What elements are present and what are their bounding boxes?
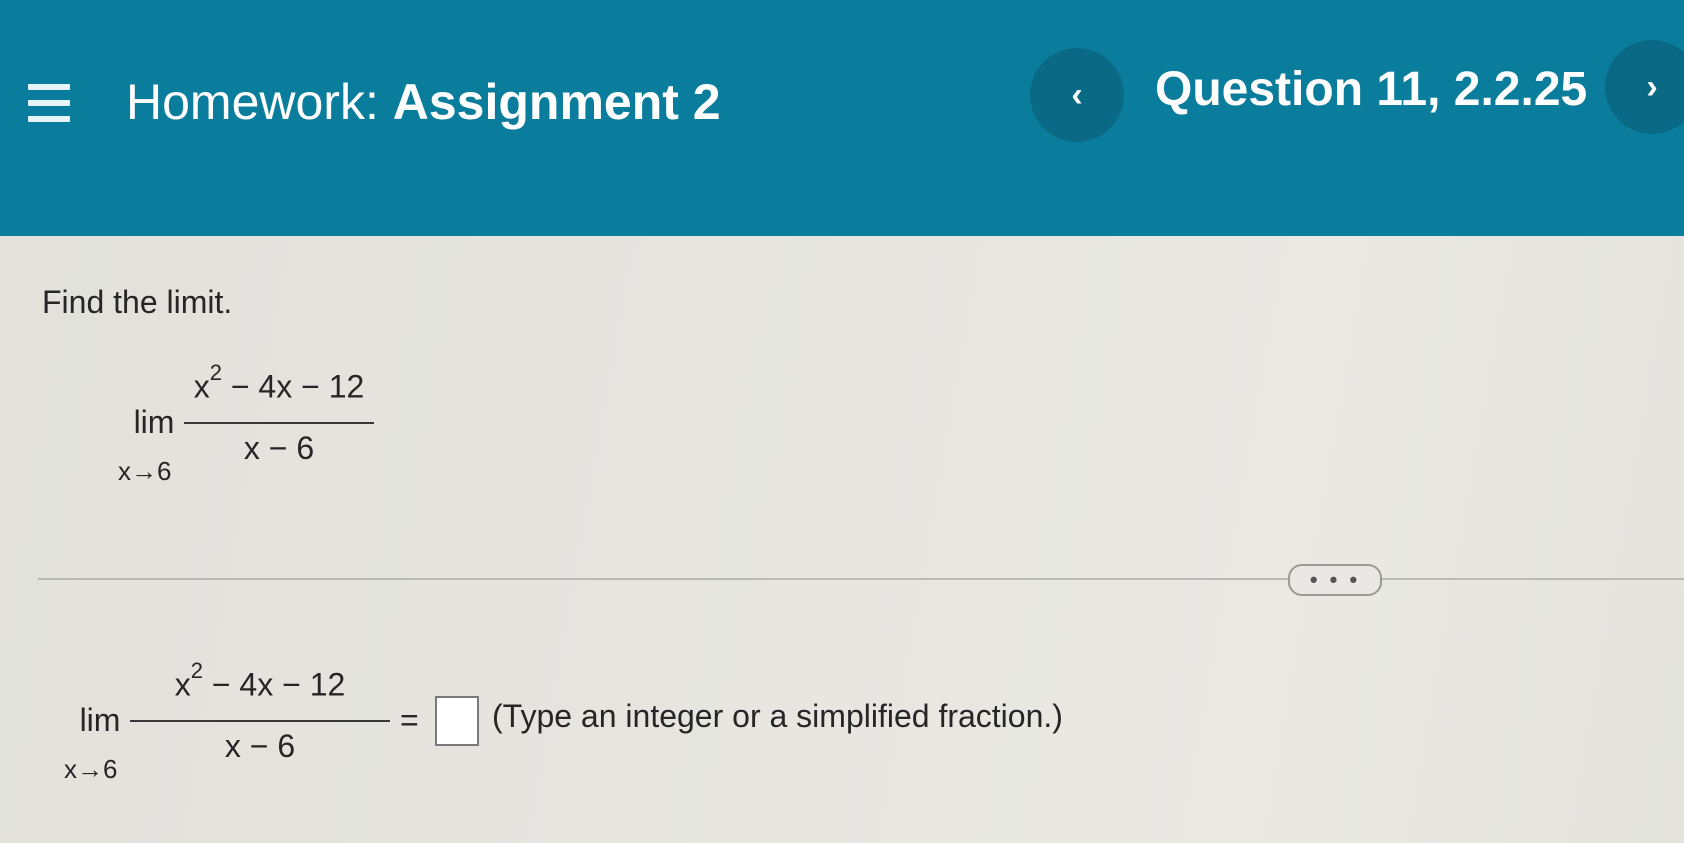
section-divider <box>38 578 1684 580</box>
answer-input[interactable] <box>435 696 479 746</box>
lim-text: lim <box>79 702 121 738</box>
lim-text: lim <box>133 404 175 440</box>
title-prefix: Homework: <box>126 74 379 130</box>
chevron-right-icon: › <box>1646 67 1658 106</box>
top-bar: Homework: Assignment 2 ‹ Question 11, 2.… <box>0 0 1684 236</box>
ellipsis-icon: • • • <box>1309 567 1361 592</box>
limit-approach: x→6 <box>64 754 118 784</box>
menu-icon[interactable] <box>28 84 70 124</box>
fraction-bar <box>130 720 390 722</box>
answer-hint: (Type an integer or a simplified fractio… <box>492 698 1063 734</box>
title-name: Assignment 2 <box>392 74 721 130</box>
instruction-text: Find the limit. <box>42 284 233 320</box>
assignment-title: Homework: Assignment 2 <box>126 72 721 132</box>
fraction-denominator: x − 6 <box>243 430 315 466</box>
equals-sign: = <box>400 702 419 738</box>
next-question-button[interactable]: › <box>1605 40 1684 134</box>
fraction-denominator: x − 6 <box>224 728 296 764</box>
fraction-numerator: x2 − 4x − 12 <box>193 360 365 405</box>
fraction-numerator: x2 − 4x − 12 <box>174 658 346 703</box>
question-panel: Find the limit. lim x→6 x2 − 4x − 12 x −… <box>0 236 1684 843</box>
limit-approach: x→6 <box>118 456 172 486</box>
chevron-left-icon: ‹ <box>1071 75 1083 114</box>
previous-question-button[interactable]: ‹ <box>1030 48 1124 142</box>
fraction-bar <box>184 422 374 424</box>
more-options-button[interactable]: • • • <box>1288 564 1382 596</box>
question-label: Question 11, 2.2.25 <box>1155 63 1588 116</box>
